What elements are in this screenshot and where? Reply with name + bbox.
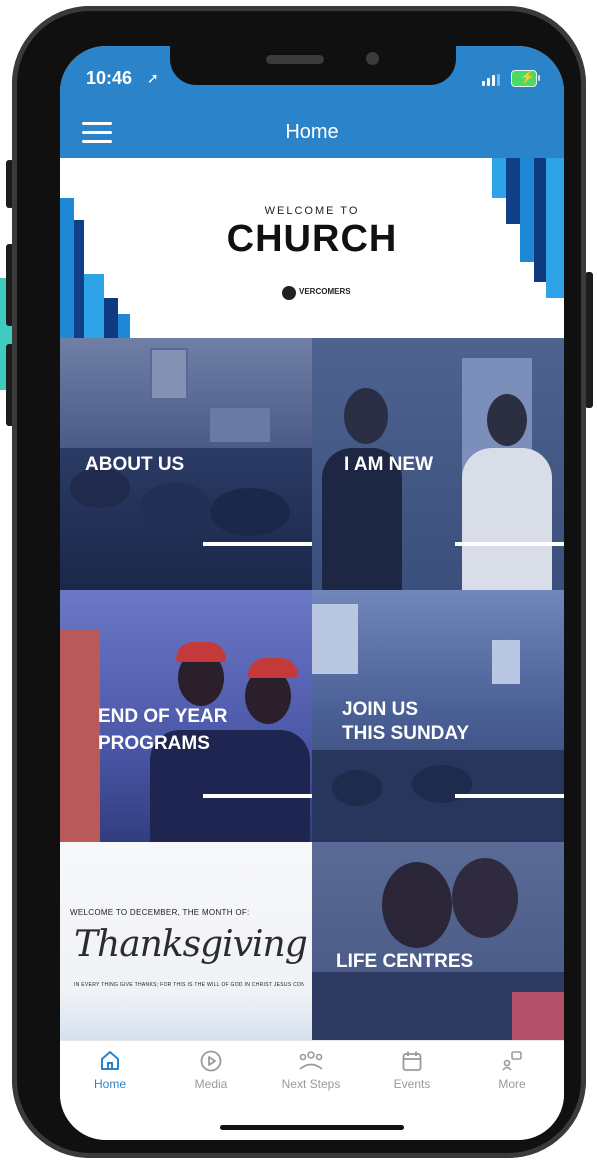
tile-photo-stage [210,408,270,442]
more-icon [502,1051,522,1071]
tile-i-am-new[interactable]: I AM NEW [312,338,564,590]
tile-about-us[interactable]: ABOUT US [60,338,312,590]
location-arrow-icon: ➚ [147,70,159,86]
tile-photo-crowd [210,488,290,536]
tile-bottom-text: IN EVERY THING GIVE THANKS; FOR THIS IS … [74,982,304,988]
tab-events-label: Events [393,1077,431,1091]
tile-photo-person-head [487,394,527,446]
tab-more-label: More [498,1077,526,1091]
tab-media-label: Media [194,1077,228,1091]
tab-more[interactable]: More [462,1049,562,1109]
tab-home[interactable]: Home [60,1049,160,1109]
phone-frame: 10:46 ➚ ⚡ Home WELCOME TO CHURCH VERCOME… [12,6,586,1158]
tile-label-line1: END OF YEAR [98,706,228,727]
tile-photo-screen [492,640,520,684]
tile-photo-person-head [344,388,388,444]
tile-photo-santa-hat [248,658,298,678]
tile-label-line1: JOIN US [342,699,419,720]
banner-welcome-text: WELCOME TO [264,205,360,217]
banner-stripe [84,274,104,338]
battery-charging-icon: ⚡ [511,70,540,87]
tile-label: LIFE CENTRES [336,951,474,972]
tab-next-steps-label: Next Steps [281,1077,341,1091]
app-screen: 10:46 ➚ ⚡ Home WELCOME TO CHURCH VERCOME… [60,46,564,1140]
tile-join-us-this-sunday[interactable]: JOIN US THIS SUNDAY [312,590,564,842]
tile-end-of-year-programs[interactable]: END OF YEAR PROGRAMS [60,590,312,842]
tile-label-line2: THIS SUNDAY [342,723,470,744]
tile-photo-person-robe [462,448,552,590]
page-title: Home [285,121,339,143]
calendar-icon [402,1051,422,1071]
tile-underline [455,794,564,798]
church-logo: VERCOMERS [282,284,351,304]
tab-media[interactable]: Media [161,1049,261,1109]
tile-underline [203,794,312,798]
tile-photo-crowd [332,770,382,806]
tab-home-label: Home [93,1077,126,1091]
tile-photo-santa-hat [176,642,226,662]
tile-photo-person-head [382,862,452,948]
tile-label-line2: PROGRAMS [98,733,210,754]
home-icon [101,1051,119,1070]
tile-underline [455,542,564,546]
tab-next-steps[interactable]: Next Steps [261,1049,361,1109]
front-camera [366,52,379,65]
tile-photo-person-red [60,630,100,842]
tile-label: ABOUT US [85,454,185,475]
signal-icon [482,74,502,86]
tile-label: I AM NEW [344,454,434,475]
tile-top-text: WELCOME TO DECEMBER, THE MONTH OF: [70,908,250,917]
speaker-grille [266,55,324,64]
tile-underline [203,542,312,546]
banner-stripe [104,298,118,338]
group-icon [299,1051,323,1070]
tile-photo-screen [312,604,358,674]
banner-stripe [118,314,130,338]
tab-events[interactable]: Events [362,1049,462,1109]
play-circle-icon [200,1050,222,1072]
logo-text: VERCOMERS [299,287,351,296]
tile-photo-crowd [140,483,210,528]
power-button [585,272,593,408]
tile-script-text: Thanksgiving [74,924,308,965]
tile-photo-screen [150,348,188,400]
status-time: 10:46 [86,68,133,88]
home-indicator [220,1125,404,1130]
tile-photo-person-head [452,858,518,938]
banner-church-text: CHURCH [226,218,398,260]
device-notch [170,46,456,85]
banner-stripe [492,158,506,198]
logo-mark [282,286,296,300]
welcome-banner: WELCOME TO CHURCH VERCOMERS [60,158,564,338]
